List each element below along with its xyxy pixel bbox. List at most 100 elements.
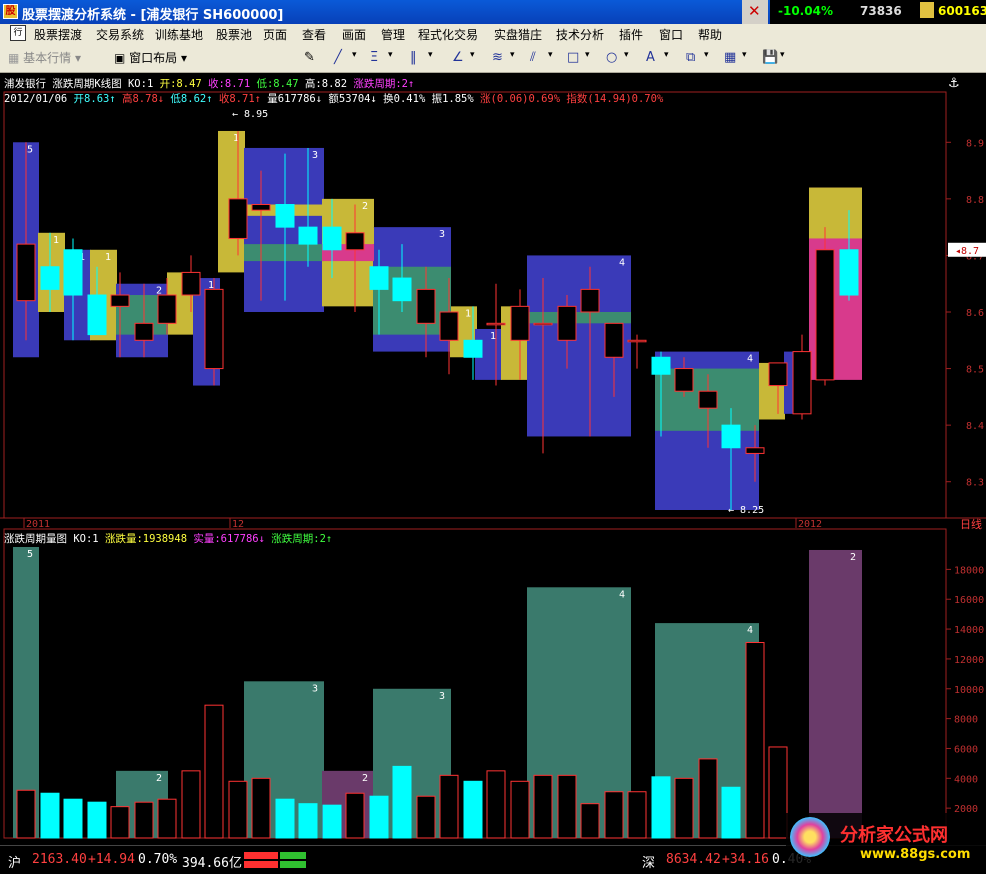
menu-item[interactable]: 股票摆渡 (34, 26, 82, 43)
layout-button[interactable]: ▣ 窗口布局 ▾ (114, 49, 187, 66)
market-button[interactable]: ▦ 基本行情 ▾ (8, 49, 81, 66)
chevron-down-icon[interactable]: ▾ (704, 50, 720, 66)
draw-tool-icon[interactable]: ⧉ (686, 50, 702, 66)
real-volume: 实量:617786↓ (193, 533, 265, 545)
brand-watermark: 分析家公式网 www.88gs.com (786, 813, 986, 874)
volume-bar (157, 798, 177, 839)
chevron-down-icon[interactable]: ▾ (388, 50, 404, 66)
menu-item[interactable]: 程式化交易 (418, 26, 478, 43)
draw-tool-icon[interactable]: ✎ (304, 50, 320, 66)
chart-area[interactable]: 8.9 8.8 8.7 8.6 8.5 8.4 8.3 ◂8.7 18000 16000 14000… (0, 73, 986, 845)
period-label: 3 (439, 229, 445, 240)
chevron-down-icon[interactable]: ▾ (510, 50, 526, 66)
volume-box (809, 549, 862, 838)
info-high: 高8.78↓ (121, 93, 165, 105)
volume-box-label: 2 (156, 773, 162, 784)
window-title: 股票摆渡分析系统 - [浦发银行 SH600000] (22, 8, 284, 23)
menu-item[interactable]: 查看 (302, 26, 326, 43)
info-date: 2012/01/06 (4, 93, 68, 105)
menu-item[interactable]: 技术分析 (556, 26, 604, 43)
candle-body (275, 204, 295, 228)
menu-item[interactable]: 股票池 (216, 26, 252, 43)
chevron-down-icon: ▾ (181, 51, 188, 65)
toolbar: ▦ 基本行情 ▾ ▣ 窗口布局 ▾ ✎ ╱ ▾ Ξ ▾ ‖ ▾ ∠ ▾ ≋ ▾ ⫽ ▾ □ ▾ ○ ▾ A ▾ ⧉ ▾ ▦… (0, 44, 986, 73)
draw-tool-icon[interactable]: ▦ (724, 50, 740, 66)
kline-info-line: 2012/01/06 开8.63↑ 高8.78↓ 低8.62↑ 收8.71↑ 量… (4, 91, 663, 106)
menu-item[interactable]: 插件 (619, 26, 643, 43)
document-icon[interactable]: 行 (10, 25, 26, 41)
chevron-down-icon[interactable]: ▾ (352, 50, 368, 66)
period-label: 1 (490, 331, 496, 342)
chevron-down-icon[interactable]: ▾ (428, 50, 444, 66)
volume-bar (745, 642, 765, 839)
chevron-down-icon[interactable]: ▾ (624, 50, 640, 66)
info-index: 指数(14.94)0.70% (566, 93, 664, 105)
draw-tool-icon[interactable]: ○ (606, 50, 622, 66)
candle-body (486, 322, 506, 326)
volume-box-label: 4 (619, 589, 625, 600)
menu-item[interactable]: 帮助 (698, 26, 722, 43)
candle-body (16, 243, 36, 302)
overlap-band (244, 244, 324, 262)
period-button[interactable]: 日线 (960, 516, 982, 532)
candle-body (322, 226, 342, 251)
menu-bar: 行 股票摆渡 交易系统 训练基地 股票池 页面 查看 画面 管理 程式化交易 实盘猎庄 技术分析 插件… (0, 24, 986, 44)
date-label: 2012 (798, 519, 822, 530)
market-label: 基本行情 (23, 51, 72, 65)
sh-amount: 394.66亿 (182, 856, 242, 871)
candle-body (533, 322, 553, 326)
stock-name: 浦发银行 (4, 78, 46, 90)
draw-tool-icon[interactable]: ∠ (452, 50, 468, 66)
anchor-icon[interactable]: ⚓ (948, 76, 960, 91)
open-value: 开:8.47 (159, 78, 202, 90)
chevron-down-icon[interactable]: ▾ (470, 50, 486, 66)
draw-tool-icon[interactable]: A (646, 50, 662, 66)
chevron-down-icon[interactable]: ▾ (780, 50, 796, 66)
draw-tool-icon[interactable]: ╱ (334, 50, 350, 66)
draw-tool-icon[interactable]: ≋ (492, 50, 508, 66)
menu-item[interactable]: 窗口 (659, 26, 683, 43)
volume-bar (651, 776, 671, 839)
candle-body (110, 294, 130, 307)
volume-bar (721, 786, 741, 839)
draw-tool-icon[interactable]: 💾 (762, 50, 778, 66)
price-label: 8.6 (966, 308, 984, 319)
volume-bar (486, 770, 506, 839)
chevron-down-icon[interactable]: ▾ (585, 50, 601, 66)
menu-item[interactable]: 训练基地 (155, 26, 203, 43)
chevron-down-icon[interactable]: ▾ (742, 50, 758, 66)
draw-tool-icon[interactable]: ‖ (410, 50, 426, 66)
volume-box-label: 2 (850, 552, 856, 563)
menu-item[interactable]: 实盘猎庄 (494, 26, 542, 43)
draw-tool-icon[interactable]: □ (567, 50, 583, 66)
kline-chart[interactable]: 8.98.88.78.68.58.48.3◂8.7180001600014000… (0, 73, 986, 845)
date-label: 12 (232, 519, 244, 530)
close-value: 收:8.71 (208, 78, 251, 90)
volume-header: 涨跌周期量图 KO:1 涨跌量:1938948 实量:617786↓ 涨跌周期:… (4, 531, 332, 546)
menu-item[interactable]: 管理 (381, 26, 405, 43)
candle-body (557, 305, 577, 341)
kline-header: 浦发银行 涨跌周期K线图 KO:1 开:8.47 收:8.71 低:8.47 高… (4, 76, 414, 91)
layout-label: 窗口布局 (129, 51, 178, 65)
volume-bar (392, 765, 412, 839)
volume-bar (345, 792, 365, 839)
candle-body (134, 322, 154, 341)
draw-tool-icon[interactable]: Ξ (370, 50, 386, 66)
menu-item[interactable]: 页面 (263, 26, 287, 43)
candle-body (698, 390, 718, 409)
candle-body (369, 266, 389, 290)
price-label: 8.3 (966, 478, 984, 489)
candle-body (228, 198, 248, 239)
chevron-down-icon[interactable]: ▾ (548, 50, 564, 66)
menu-item[interactable]: 交易系统 (96, 26, 144, 43)
market-icon: ▦ (8, 51, 20, 65)
volume-box-label: 4 (747, 625, 753, 636)
volume-bar (298, 803, 318, 839)
close-x-button[interactable]: ✕ (742, 0, 768, 24)
chevron-down-icon[interactable]: ▾ (664, 50, 680, 66)
menu-item[interactable]: 画面 (342, 26, 366, 43)
volume-box-label: 3 (312, 683, 318, 694)
close-icon: ✕ (748, 2, 761, 20)
draw-tool-icon[interactable]: ⫽ (530, 50, 546, 66)
volume-cycle: 涨跌周期:2↑ (271, 533, 333, 545)
